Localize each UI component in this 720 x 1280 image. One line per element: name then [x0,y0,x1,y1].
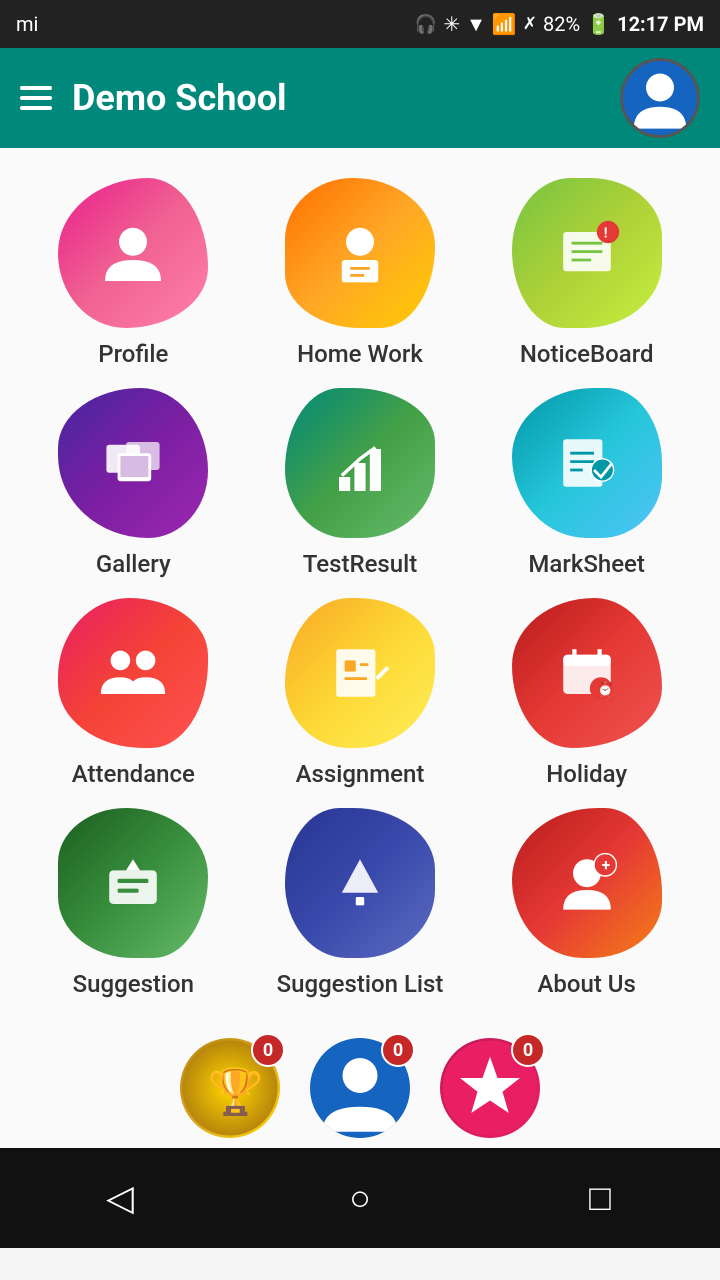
svg-text:!: ! [603,226,607,242]
status-right: 🎧 ✳ ▼ 📶 ✗ 82% 🔋 12:17 PM [415,12,704,37]
icon-blob-suggestionlist [285,808,435,958]
headphone-icon: 🎧 [415,14,437,35]
icon-blob-aboutus: + [512,808,662,958]
header-left: Demo School [20,77,287,119]
battery-icon: 🔋 [586,12,611,36]
icon-blob-profile [58,178,208,328]
grid-item-assignment[interactable]: Assignment [257,598,464,788]
icon-blob-assignment [285,598,435,748]
icon-blob-gallery [58,388,208,538]
grid-item-testresult[interactable]: TestResult [257,388,464,578]
status-left: mi [16,12,38,36]
label-gallery: Gallery [96,550,171,578]
grid-item-homework[interactable]: Home Work [257,178,464,368]
label-suggestionlist: Suggestion List [277,970,444,998]
hamburger-line2 [20,96,52,100]
label-profile: Profile [98,340,168,368]
home-button[interactable]: ○ [330,1168,390,1228]
icon-marksheet [552,428,622,498]
label-suggestion: Suggestion [73,970,194,998]
nav-bar: ◁ ○ □ [0,1148,720,1248]
icon-attendance [98,638,168,708]
icon-blob-suggestion [58,808,208,958]
label-marksheet: MarkSheet [528,550,645,578]
label-holiday: Holiday [546,760,627,788]
grid-item-noticeboard[interactable]: ! NoticeBoard [483,178,690,368]
lte-icon: ✗ [523,14,537,34]
main-grid: Profile Home Work ! NoticeBoard Gallery … [0,148,720,1018]
label-testresult: TestResult [303,550,417,578]
grid-item-profile[interactable]: Profile [30,178,237,368]
grid-item-suggestionlist[interactable]: Suggestion List [257,808,464,998]
avatar-svg [625,63,695,133]
icon-blob-holiday: ⏰ [512,598,662,748]
hamburger-line3 [20,106,52,110]
action-star-action[interactable]: 0 [440,1038,540,1138]
action-avatar-action[interactable]: 0 [310,1038,410,1138]
grid-item-aboutus[interactable]: + About Us [483,808,690,998]
badge-star-action: 0 [511,1033,545,1067]
icon-assignment [325,638,395,708]
user-avatar[interactable] [620,58,700,138]
icon-holiday: ⏰ [552,638,622,708]
mi-logo: mi [16,12,38,36]
battery-text: 82% [543,12,580,36]
bottom-actions: 0 🏆 0 0 [0,1018,720,1148]
app-title: Demo School [72,77,287,119]
grid-item-holiday[interactable]: ⏰ Holiday [483,598,690,788]
action-trophy[interactable]: 0 🏆 [180,1038,280,1138]
clock: 12:17 PM [617,12,704,36]
wifi-icon: 📶 [492,12,517,36]
icon-blob-marksheet [512,388,662,538]
icon-blob-testresult [285,388,435,538]
app-header: Demo School [0,48,720,148]
icon-blob-noticeboard: ! [512,178,662,328]
icon-testresult [325,428,395,498]
menu-button[interactable] [20,86,52,110]
bluetooth-icon: ✳ [443,12,460,36]
signal-icon: ▼ [466,12,486,37]
svg-text:🏆: 🏆 [208,1065,264,1118]
recent-button[interactable]: □ [570,1168,630,1228]
icon-noticeboard: ! [552,218,622,288]
icon-homework [325,218,395,288]
badge-avatar-action: 0 [381,1033,415,1067]
grid-item-marksheet[interactable]: MarkSheet [483,388,690,578]
label-noticeboard: NoticeBoard [520,340,654,368]
hamburger-line1 [20,86,52,90]
icon-blob-homework [285,178,435,328]
badge-trophy: 0 [251,1033,285,1067]
grid-item-attendance[interactable]: Attendance [30,598,237,788]
grid-item-suggestion[interactable]: Suggestion [30,808,237,998]
icon-gallery [98,428,168,498]
label-attendance: Attendance [72,760,195,788]
label-assignment: Assignment [296,760,425,788]
icon-profile [98,218,168,288]
icon-suggestionlist [325,848,395,918]
back-button[interactable]: ◁ [90,1168,150,1228]
icon-blob-attendance [58,598,208,748]
icon-aboutus: + [552,848,622,918]
label-aboutus: About Us [537,970,635,998]
svg-text:+: + [601,856,609,874]
grid-item-gallery[interactable]: Gallery [30,388,237,578]
label-homework: Home Work [297,340,423,368]
status-bar: mi 🎧 ✳ ▼ 📶 ✗ 82% 🔋 12:17 PM [0,0,720,48]
svg-text:⏰: ⏰ [596,680,613,698]
icon-suggestion [98,848,168,918]
